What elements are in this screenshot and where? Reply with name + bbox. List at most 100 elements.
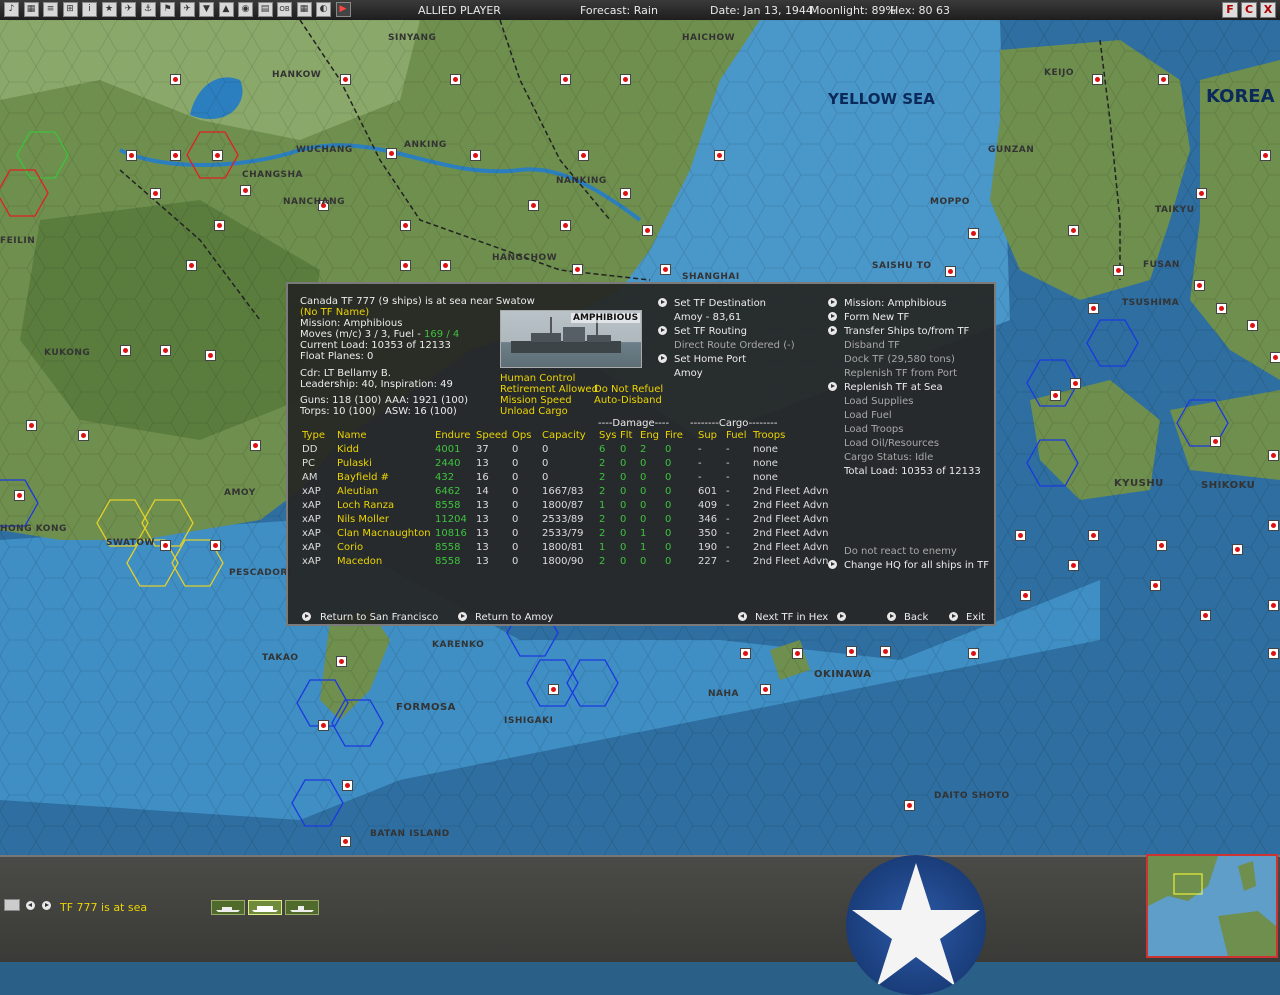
base-marker[interactable] xyxy=(1015,530,1026,541)
human-control-option[interactable]: Human Control xyxy=(500,373,575,384)
base-marker[interactable] xyxy=(340,836,351,847)
base-marker[interactable] xyxy=(1200,610,1211,621)
ob-icon[interactable]: OB xyxy=(277,2,292,17)
bases-icon[interactable]: ⊞ xyxy=(62,2,78,17)
base-marker[interactable] xyxy=(578,150,589,161)
base-marker[interactable] xyxy=(760,684,771,695)
base-marker[interactable] xyxy=(160,540,171,551)
base-marker[interactable] xyxy=(1092,74,1103,85)
sub-icon[interactable]: ▼ xyxy=(199,2,214,17)
previous-arrow-icon[interactable] xyxy=(26,901,35,910)
set-routing-button[interactable]: Set TF Routing xyxy=(674,326,747,337)
base-marker[interactable] xyxy=(400,260,411,271)
base-marker[interactable] xyxy=(1068,225,1079,236)
base-marker[interactable] xyxy=(968,648,979,659)
arrow-right-icon[interactable] xyxy=(837,612,846,621)
base-marker[interactable] xyxy=(1068,560,1079,571)
base-marker[interactable] xyxy=(440,260,451,271)
ship-type-button-amphibious[interactable] xyxy=(248,900,282,915)
base-marker[interactable] xyxy=(120,345,131,356)
base-marker[interactable] xyxy=(560,74,571,85)
base-marker[interactable] xyxy=(1088,303,1099,314)
plane-icon[interactable]: ✈ xyxy=(179,2,195,17)
table-row[interactable]: xAP Nils Moller 11204 13 0 2533/89 2 0 0 0 346- 2nd… xyxy=(302,514,828,527)
back-button[interactable]: Back xyxy=(904,612,928,623)
cell-name[interactable]: Clan Macnaughton xyxy=(337,528,431,539)
base-marker[interactable] xyxy=(212,150,223,161)
center-button[interactable]: C xyxy=(1241,2,1257,18)
tf-name[interactable]: (No TF Name) xyxy=(300,307,369,318)
land-icon[interactable]: ▲ xyxy=(218,2,234,17)
base-marker[interactable] xyxy=(1270,352,1280,363)
base-marker[interactable] xyxy=(14,490,25,501)
base-marker[interactable] xyxy=(1260,150,1271,161)
base-marker[interactable] xyxy=(1268,600,1279,611)
base-marker[interactable] xyxy=(240,185,251,196)
base-marker[interactable] xyxy=(78,430,89,441)
auto-disband-option[interactable]: Auto-Disband xyxy=(594,395,662,406)
base-marker[interactable] xyxy=(846,646,857,657)
cell-name[interactable]: Bayfield # xyxy=(337,472,389,483)
base-marker[interactable] xyxy=(1210,436,1221,447)
change-hq-button[interactable]: Change HQ for all ships in TF xyxy=(844,560,989,571)
base-marker[interactable] xyxy=(528,200,539,211)
base-marker[interactable] xyxy=(1268,648,1279,659)
minimap[interactable] xyxy=(1146,854,1278,958)
base-marker[interactable] xyxy=(880,646,891,657)
mission-button[interactable]: Mission: Amphibious xyxy=(844,298,946,309)
return-amoy-button[interactable]: Return to Amoy xyxy=(475,612,553,623)
base-marker[interactable] xyxy=(904,800,915,811)
base-marker[interactable] xyxy=(1150,580,1161,591)
ship-type-button-escort[interactable] xyxy=(285,900,319,915)
base-marker[interactable] xyxy=(1088,530,1099,541)
base-marker[interactable] xyxy=(450,74,461,85)
base-marker[interactable] xyxy=(1216,303,1227,314)
report-icon[interactable]: ▤ xyxy=(257,2,273,17)
base-marker[interactable] xyxy=(186,260,197,271)
table-row[interactable]: xAP Corio 8558 13 0 1800/81 1 0 1 0 190- 2nd Fleet … xyxy=(302,542,828,555)
base-marker[interactable] xyxy=(386,148,397,159)
air-icon[interactable]: ✈ xyxy=(121,2,136,17)
next-tf-button[interactable]: Next TF in Hex xyxy=(755,612,828,623)
base-marker[interactable] xyxy=(572,264,583,275)
base-marker[interactable] xyxy=(205,350,216,361)
set-home-port-button[interactable]: Set Home Port xyxy=(674,354,746,365)
base-marker[interactable] xyxy=(160,345,171,356)
form-new-tf-button[interactable]: Form New TF xyxy=(844,312,909,323)
base-marker[interactable] xyxy=(968,228,979,239)
base-marker[interactable] xyxy=(1268,450,1279,461)
base-marker[interactable] xyxy=(214,220,225,231)
globe-icon[interactable]: ◉ xyxy=(238,2,253,17)
base-marker[interactable] xyxy=(26,420,37,431)
base-marker[interactable] xyxy=(336,656,347,667)
close-button[interactable]: X xyxy=(1260,2,1276,18)
refuel-option[interactable]: Do Not Refuel xyxy=(594,384,663,395)
tf-commander[interactable]: Cdr: LT Bellamy B. xyxy=(300,368,391,379)
table-row[interactable]: AM Bayfield # 432 16 0 0 2 0 0 0 - - none xyxy=(302,472,822,485)
base-marker[interactable] xyxy=(170,74,181,85)
base-marker[interactable] xyxy=(945,266,956,277)
star-icon[interactable]: ★ xyxy=(101,2,117,17)
base-marker[interactable] xyxy=(170,150,181,161)
base-marker[interactable] xyxy=(740,648,751,659)
cell-name[interactable]: Loch Ranza xyxy=(337,500,394,511)
retirement-option[interactable]: Retirement Allowed xyxy=(500,384,598,395)
list-icon[interactable]: ≡ xyxy=(43,2,58,17)
replenish-sea-button[interactable]: Replenish TF at Sea xyxy=(844,382,943,393)
base-marker[interactable] xyxy=(1194,280,1205,291)
arrow-left-icon[interactable] xyxy=(738,612,747,621)
base-marker[interactable] xyxy=(340,74,351,85)
unload-cargo-option[interactable]: Unload Cargo xyxy=(500,406,568,417)
table-row[interactable]: xAP Loch Ranza 8558 13 0 1800/87 1 0 0 0 409- 2nd F… xyxy=(302,500,828,513)
map-icon[interactable]: ▦ xyxy=(23,2,39,17)
base-marker[interactable] xyxy=(470,150,481,161)
cell-name[interactable]: Aleutian xyxy=(337,486,378,497)
table-icon[interactable]: ▦ xyxy=(296,2,312,17)
cell-name[interactable]: Pulaski xyxy=(337,458,372,469)
ship-icon[interactable]: ⚓ xyxy=(140,2,156,17)
next-arrow-icon[interactable] xyxy=(42,901,51,910)
base-marker[interactable] xyxy=(126,150,137,161)
flag-icon[interactable]: ⚑ xyxy=(160,2,175,17)
base-marker[interactable] xyxy=(1268,520,1279,531)
base-marker[interactable] xyxy=(250,440,261,451)
